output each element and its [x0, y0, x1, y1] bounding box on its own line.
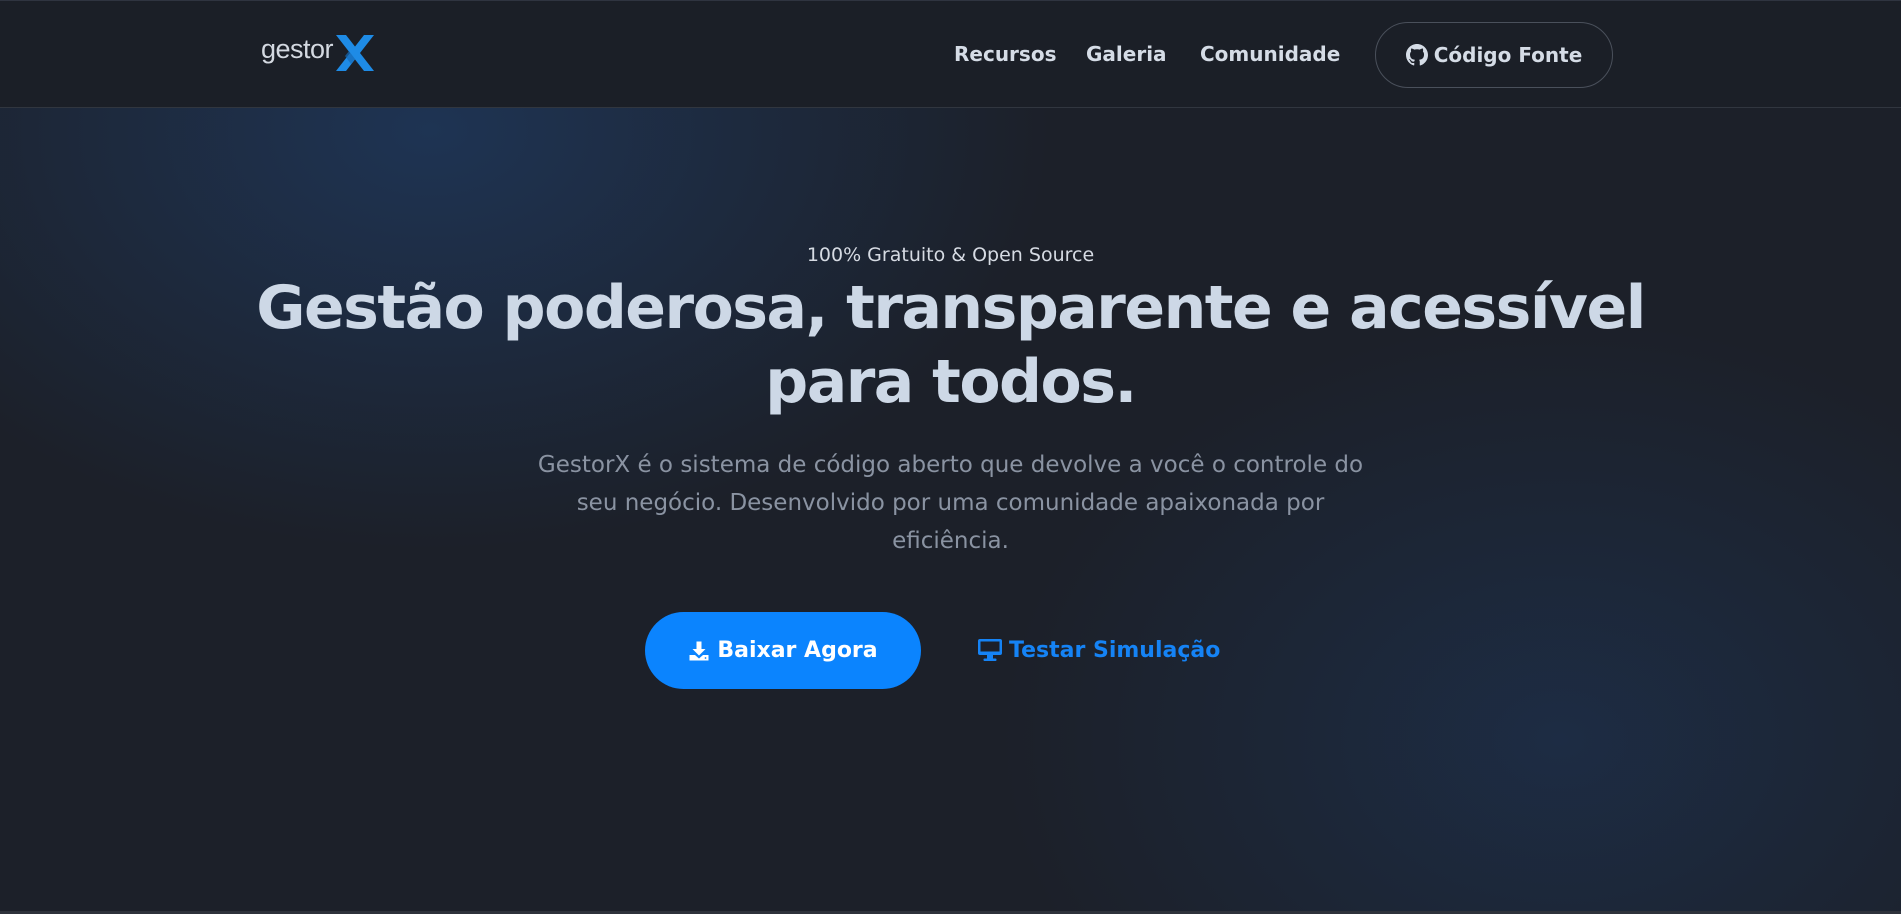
hero-headline-line-2: para todos.	[765, 347, 1137, 417]
hero-eyebrow: 100% Gratuito & Open Source	[806, 244, 1095, 266]
logo[interactable]: gestor	[261, 25, 376, 73]
nav-recursos[interactable]: Recursos	[954, 42, 1056, 66]
github-icon	[1405, 44, 1428, 66]
hero-subtitle-line-2: seu negócio. Desenvolvido por uma comuni…	[576, 490, 1325, 516]
source-code-button[interactable]: Código Fonte	[1375, 22, 1613, 88]
simulation-button-label: Testar Simulação	[1009, 637, 1221, 663]
logo-x-mark	[336, 35, 375, 71]
download-icon	[689, 641, 709, 660]
site-header: gestor Recursos Galeria Comunidade Códig…	[0, 0, 1901, 108]
download-button[interactable]: Baixar Agora	[645, 612, 921, 689]
download-button-label: Baixar Agora	[717, 638, 878, 663]
simulation-button[interactable]: Testar Simulação	[977, 634, 1220, 666]
hero-subtitle-line-1: GestorX é o sistema de código aberto que…	[537, 452, 1364, 478]
hero-subtitle: GestorX é o sistema de código aberto que…	[500, 446, 1401, 560]
hero-subtitle-line-3: eficiência.	[892, 528, 1009, 554]
logo-wordmark: gestor	[261, 34, 334, 64]
monitor-icon	[978, 639, 1002, 661]
nav-galeria[interactable]: Galeria	[1086, 42, 1167, 66]
hero-headline: Gestão poderosa, transparente e acessíve…	[250, 271, 1651, 419]
landing-page: gestor Recursos Galeria Comunidade Códig…	[0, 0, 1901, 914]
source-code-label: Código Fonte	[1433, 43, 1583, 67]
hero-headline-line-1: Gestão poderosa, transparente e acessíve…	[256, 273, 1646, 343]
nav-comunidade[interactable]: Comunidade	[1200, 42, 1340, 66]
